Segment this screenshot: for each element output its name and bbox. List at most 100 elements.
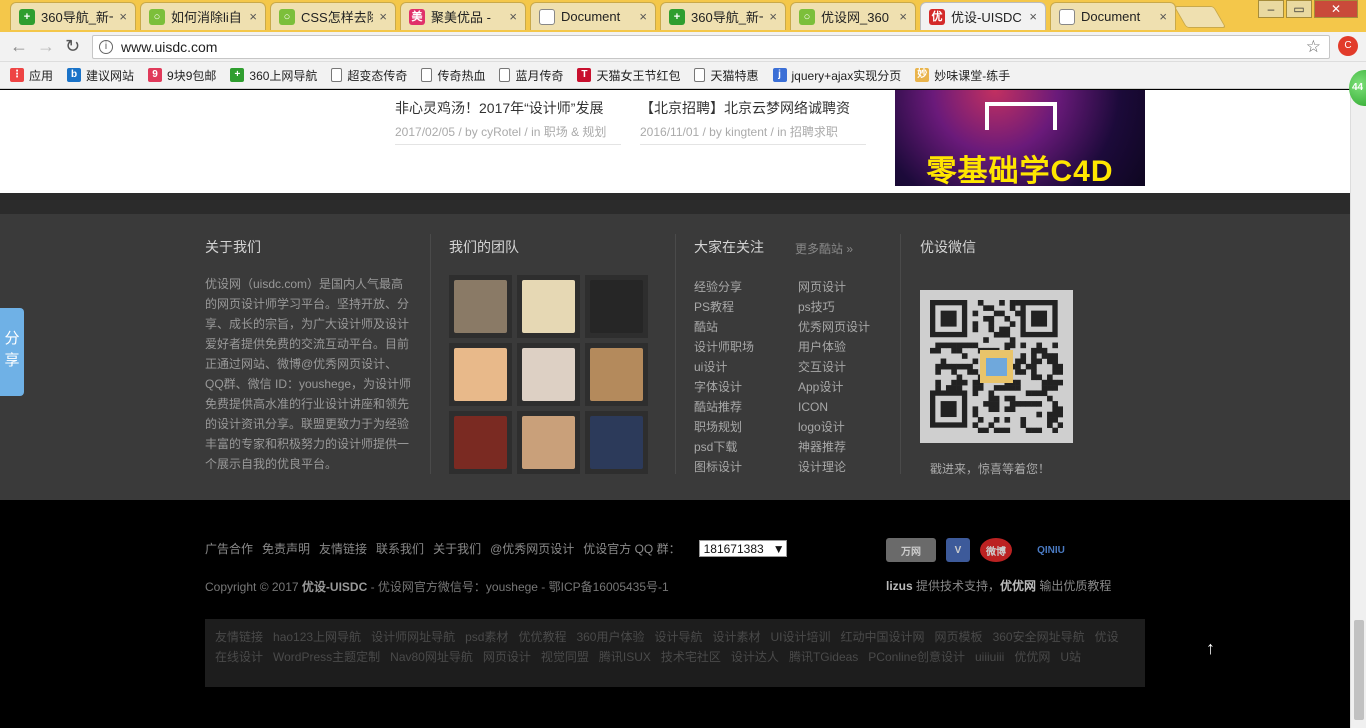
bookmark-item[interactable]: T 天猫女王节红包 <box>577 67 680 84</box>
team-member-avatar[interactable] <box>585 343 648 406</box>
friend-link[interactable]: 技术宅社区 <box>661 650 721 664</box>
c4d-ad-banner[interactable]: 零基础学C4D <box>895 90 1145 186</box>
back-to-top-icon[interactable]: ↑ <box>1206 638 1215 659</box>
team-member-avatar[interactable] <box>517 411 580 474</box>
friend-link[interactable]: 360安全网址导航 <box>993 630 1085 644</box>
close-tab-icon[interactable]: × <box>379 9 387 24</box>
focus-link[interactable]: 酷站 <box>694 317 754 337</box>
bookmark-item[interactable]: j jquery+ajax实现分页 <box>772 67 901 84</box>
friend-link[interactable]: 设计导航 <box>654 630 702 644</box>
focus-link[interactable]: 用户体验 <box>798 337 870 357</box>
browser-tab[interactable]: Document × <box>530 2 656 30</box>
close-tab-icon[interactable]: × <box>509 9 517 24</box>
footer-link[interactable]: 关于我们 <box>433 542 481 556</box>
close-tab-icon[interactable]: × <box>1029 9 1037 24</box>
friend-link[interactable]: 腾讯TGideas <box>789 650 858 664</box>
site-info-icon[interactable]: i <box>99 40 113 54</box>
team-member-avatar[interactable] <box>585 275 648 338</box>
friend-link[interactable]: 视觉同盟 <box>541 650 589 664</box>
footer-link[interactable]: 免责声明 <box>262 542 310 556</box>
browser-tab[interactable]: Document × <box>1050 2 1176 30</box>
qiniu-logo[interactable]: QINIU <box>1022 538 1080 562</box>
scroll-thumb[interactable] <box>1354 620 1364 720</box>
friend-link[interactable]: 红动中国设计网 <box>841 630 925 644</box>
focus-link[interactable]: logo设计 <box>798 417 870 437</box>
focus-link[interactable]: 图标设计 <box>694 457 754 477</box>
team-member-avatar[interactable] <box>449 275 512 338</box>
weibo-logo[interactable]: 微博 <box>980 538 1012 562</box>
friend-link[interactable]: hao123上网导航 <box>273 630 361 644</box>
v-logo[interactable]: V <box>946 538 970 562</box>
browser-tab[interactable]: +360导航_新一 × <box>10 2 136 30</box>
focus-link[interactable]: 网页设计 <box>798 277 870 297</box>
footer-link[interactable]: 友情链接 <box>319 542 367 556</box>
article-title[interactable]: 【北京招聘】北京云梦网络诚聘资 <box>640 98 866 118</box>
focus-link[interactable]: 字体设计 <box>694 377 754 397</box>
focus-link[interactable]: ICON <box>798 397 870 417</box>
forward-icon[interactable]: → <box>37 36 55 56</box>
bookmark-item[interactable]: 超变态传奇 <box>331 67 407 84</box>
friend-link[interactable]: 网页设计 <box>483 650 531 664</box>
minimize-button[interactable]: – <box>1258 0 1284 18</box>
close-window-button[interactable]: ✕ <box>1314 0 1358 18</box>
bookmark-item[interactable]: ⋮ 应用 <box>10 67 53 84</box>
team-member-avatar[interactable] <box>585 411 648 474</box>
footer-link[interactable]: 联系我们 <box>376 542 424 556</box>
focus-link[interactable]: 酷站推荐 <box>694 397 754 417</box>
close-tab-icon[interactable]: × <box>899 9 907 24</box>
team-member-avatar[interactable] <box>449 343 512 406</box>
footer-link[interactable]: 广告合作 <box>205 542 253 556</box>
focus-link[interactable]: 职场规划 <box>694 417 754 437</box>
friend-link[interactable]: PConline创意设计 <box>868 650 965 664</box>
friend-link[interactable]: 网页模板 <box>935 630 983 644</box>
close-tab-icon[interactable]: × <box>1159 9 1167 24</box>
scrollbar[interactable] <box>1350 90 1366 728</box>
friend-link[interactable]: 设计素材 <box>713 630 761 644</box>
focus-link[interactable]: 经验分享 <box>694 277 754 297</box>
friend-link[interactable]: 优优网 <box>1014 650 1050 664</box>
focus-link[interactable]: 设计师职场 <box>694 337 754 357</box>
bookmark-item[interactable]: b 建议网站 <box>67 67 134 84</box>
focus-link[interactable]: 设计理论 <box>798 457 870 477</box>
close-tab-icon[interactable]: × <box>639 9 647 24</box>
bookmark-item[interactable]: 天猫特惠 <box>694 67 759 84</box>
url-input[interactable] <box>121 38 1281 56</box>
close-tab-icon[interactable]: × <box>769 9 777 24</box>
focus-link[interactable]: 优秀网页设计 <box>798 317 870 337</box>
focus-link[interactable]: 交互设计 <box>798 357 870 377</box>
friend-link[interactable]: 优设 <box>1095 630 1119 644</box>
friend-link[interactable]: 在线设计 <box>215 650 263 664</box>
team-member-avatar[interactable] <box>449 411 512 474</box>
friend-link[interactable]: 优优教程 <box>518 630 566 644</box>
qq-group-select[interactable]: 181671383 ▼ <box>698 540 787 557</box>
friend-link[interactable]: Nav80网址导航 <box>390 650 473 664</box>
friend-link[interactable]: uiiiuiii <box>975 650 1004 664</box>
extension-icon[interactable]: C <box>1338 36 1358 56</box>
bookmark-item[interactable]: +360上网导航 <box>230 67 317 84</box>
friend-link[interactable]: WordPress主题定制 <box>273 650 380 664</box>
friend-link[interactable]: 设计师网址导航 <box>371 630 455 644</box>
team-member-avatar[interactable] <box>517 275 580 338</box>
close-tab-icon[interactable]: × <box>119 9 127 24</box>
bookmark-item[interactable]: 蓝月传奇 <box>499 67 563 84</box>
browser-tab[interactable]: ○ 如何消除li自 × <box>140 2 266 30</box>
footer-link[interactable]: @优秀网页设计 <box>490 542 574 556</box>
browser-tab[interactable]: ○ 优设网_360 × <box>790 2 916 30</box>
focus-link[interactable]: ui设计 <box>694 357 754 377</box>
maximize-button[interactable]: ▭ <box>1286 0 1312 18</box>
friend-link[interactable]: 360用户体验 <box>576 630 644 644</box>
article-title[interactable]: 非心灵鸡汤！2017年“设计师”发展 <box>395 98 621 118</box>
browser-tab[interactable]: 美聚美优品 - × <box>400 2 526 30</box>
browser-tab[interactable]: ○ CSS怎样去除 × <box>270 2 396 30</box>
bookmark-item[interactable]: 妙妙味课堂-练手 <box>915 67 1010 84</box>
back-icon[interactable]: ← <box>10 36 28 56</box>
bookmark-star-icon[interactable]: ☆ <box>1306 37 1321 57</box>
browser-tab[interactable]: +360导航_新一 × <box>660 2 786 30</box>
bookmark-item[interactable]: 9 9块9包邮 <box>148 67 216 84</box>
wanwang-logo[interactable]: 万网 <box>886 538 936 562</box>
focus-link[interactable]: ps技巧 <box>798 297 870 317</box>
focus-link[interactable]: PS教程 <box>694 297 754 317</box>
focus-link[interactable]: App设计 <box>798 377 870 397</box>
bookmark-item[interactable]: 传奇热血 <box>421 67 485 84</box>
friend-link[interactable]: 腾讯ISUX <box>599 650 651 664</box>
